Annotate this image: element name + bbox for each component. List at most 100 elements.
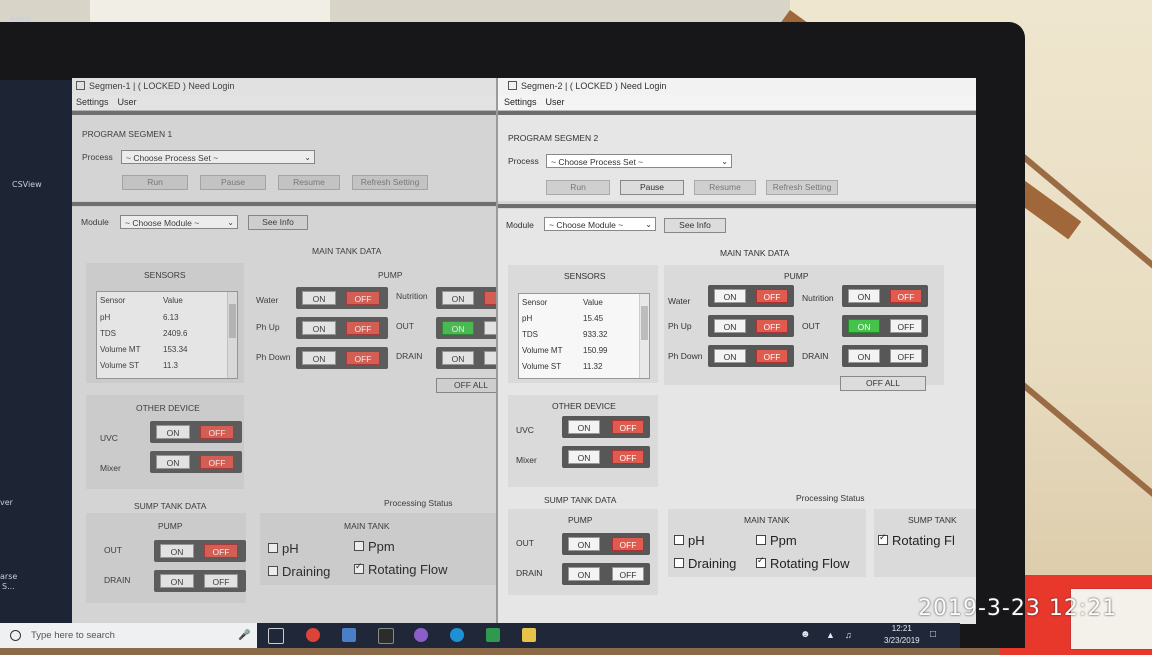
off-button[interactable]: OFF xyxy=(612,450,644,464)
process-label: Process xyxy=(508,156,539,166)
process-select[interactable]: ~ Choose Process Set ~ ⌄ xyxy=(121,150,315,164)
on-button[interactable]: ON xyxy=(160,544,194,558)
off-button[interactable]: OFF xyxy=(756,349,788,363)
on-button[interactable]: ON xyxy=(568,567,600,581)
desktop-icon-label[interactable]: ver xyxy=(0,498,13,507)
on-button[interactable]: ON xyxy=(568,420,600,434)
off-button[interactable]: OFF xyxy=(756,289,788,303)
clock[interactable]: 12:21 3/23/2019 xyxy=(884,623,920,648)
off-button[interactable]: OFF xyxy=(204,574,238,588)
run-button[interactable]: Run xyxy=(546,180,610,195)
on-button[interactable]: ON xyxy=(156,425,190,439)
on-button[interactable]: ON xyxy=(442,351,474,365)
sump-drain-toggle: ON OFF xyxy=(154,570,246,592)
on-button[interactable]: ON xyxy=(442,291,474,305)
status-rotating-flow: Rotating Flow xyxy=(354,561,447,577)
on-button[interactable]: ON xyxy=(302,351,336,365)
module-select[interactable]: ~ Choose Module ~ ⌄ xyxy=(544,217,656,231)
off-button[interactable]: OFF xyxy=(890,319,922,333)
on-button[interactable]: ON xyxy=(848,289,880,303)
off-button[interactable]: OFF xyxy=(200,455,234,469)
off-button[interactable]: OFF xyxy=(200,425,234,439)
on-button[interactable]: ON xyxy=(848,349,880,363)
menu-bar: Settings User xyxy=(498,95,976,111)
sensor-list[interactable]: Sensor Value pH 15.45 TDS 933.32 Volume … xyxy=(518,293,650,379)
microphone-icon[interactable]: 🎤 xyxy=(238,623,250,648)
taskbar-search[interactable]: Type here to search 🎤 xyxy=(0,623,257,648)
clock-date: 3/23/2019 xyxy=(884,636,920,645)
app-icon[interactable] xyxy=(450,628,464,642)
off-button[interactable]: OFF xyxy=(346,351,380,365)
off-button[interactable]: OFF xyxy=(612,420,644,434)
desktop-icon-label[interactable]: Adva xyxy=(10,14,30,23)
network-icon[interactable]: ▲ xyxy=(826,629,835,654)
pause-button[interactable]: Pause xyxy=(200,175,266,190)
process-label: Process xyxy=(82,152,113,162)
menu-settings[interactable]: Settings xyxy=(76,97,109,107)
resume-button[interactable]: Resume xyxy=(694,180,756,195)
resume-button[interactable]: Resume xyxy=(278,175,340,190)
on-button[interactable]: ON xyxy=(442,321,474,335)
pause-button[interactable]: Pause xyxy=(620,180,684,195)
people-icon[interactable]: ☻ xyxy=(800,629,811,654)
other-device-group: OTHER DEVICE UVC Mixer xyxy=(508,395,658,487)
module-select[interactable]: ~ Choose Module ~ ⌄ xyxy=(120,215,238,229)
off-all-button[interactable]: OFF ALL xyxy=(840,376,926,391)
process-select[interactable]: ~ Choose Process Set ~ ⌄ xyxy=(546,154,732,168)
off-button[interactable]: OFF xyxy=(756,319,788,333)
see-info-button[interactable]: See Info xyxy=(664,218,726,233)
on-button[interactable]: ON xyxy=(568,537,600,551)
volume-icon[interactable]: ♫ xyxy=(845,629,852,654)
chrome-icon[interactable] xyxy=(306,628,320,642)
on-button[interactable]: ON xyxy=(302,291,336,305)
task-view-icon[interactable] xyxy=(268,628,284,644)
sensor-name: Volume MT xyxy=(522,346,563,355)
desktop-icon-label[interactable]: arse xyxy=(0,572,17,581)
menu-user[interactable]: User xyxy=(118,97,137,107)
off-button[interactable]: OFF xyxy=(204,544,238,558)
app-icon[interactable] xyxy=(342,628,356,642)
menu-user[interactable]: User xyxy=(546,97,565,107)
off-button[interactable]: OFF xyxy=(612,537,644,551)
off-button[interactable]: OFF xyxy=(346,291,380,305)
on-button[interactable]: ON xyxy=(156,455,190,469)
notification-icon[interactable]: □ xyxy=(930,629,936,654)
off-button[interactable]: OFF xyxy=(612,567,644,581)
on-button[interactable]: ON xyxy=(568,450,600,464)
program-panel: PROGRAM SEGMEN 1 Process ~ Choose Proces… xyxy=(72,115,500,201)
pump-label: OUT xyxy=(802,321,820,331)
module-panel: Module ~ Choose Module ~ ⌄ See Info MAIN … xyxy=(72,207,500,624)
scrollbar[interactable] xyxy=(227,292,237,378)
refresh-setting-button[interactable]: Refresh Setting xyxy=(352,175,428,190)
pump-label: Ph Up xyxy=(256,322,280,332)
off-button[interactable]: OFF xyxy=(346,321,380,335)
refresh-setting-button[interactable]: Refresh Setting xyxy=(766,180,838,195)
menu-settings[interactable]: Settings xyxy=(504,97,537,107)
app-icon[interactable] xyxy=(414,628,428,642)
main-tank-status-group: MAIN TANK pH Ppm Draining Rotating Flow xyxy=(668,509,866,577)
on-button[interactable]: ON xyxy=(302,321,336,335)
run-button[interactable]: Run xyxy=(122,175,188,190)
on-button[interactable]: ON xyxy=(160,574,194,588)
sensors-title: SENSORS xyxy=(564,271,606,281)
off-button[interactable]: OFF xyxy=(890,289,922,303)
terminal-icon[interactable] xyxy=(378,628,394,644)
on-button[interactable]: ON xyxy=(714,319,746,333)
main-tank-data-title: MAIN TANK DATA xyxy=(720,248,790,258)
on-button[interactable]: ON xyxy=(714,349,746,363)
program-title: PROGRAM SEGMEN 2 xyxy=(508,133,599,143)
desktop-icon-label[interactable]: S... xyxy=(2,582,15,591)
off-button[interactable]: OFF xyxy=(890,349,922,363)
scrollbar[interactable] xyxy=(639,294,649,378)
water-toggle: ON OFF xyxy=(296,287,388,309)
on-button[interactable]: ON xyxy=(714,289,746,303)
app-icon[interactable] xyxy=(486,628,500,642)
device-label: UVC xyxy=(516,425,534,435)
see-info-button[interactable]: See Info xyxy=(248,215,308,230)
on-button[interactable]: ON xyxy=(848,319,880,333)
sensor-value: 15.45 xyxy=(583,314,604,323)
sensor-list[interactable]: Sensor Value pH 6.13 TDS 2409.6 Volume M… xyxy=(96,291,238,379)
desktop-icon-label[interactable]: CSView xyxy=(12,180,42,189)
file-explorer-icon[interactable] xyxy=(522,628,536,642)
off-all-button[interactable]: OFF ALL xyxy=(436,378,500,393)
